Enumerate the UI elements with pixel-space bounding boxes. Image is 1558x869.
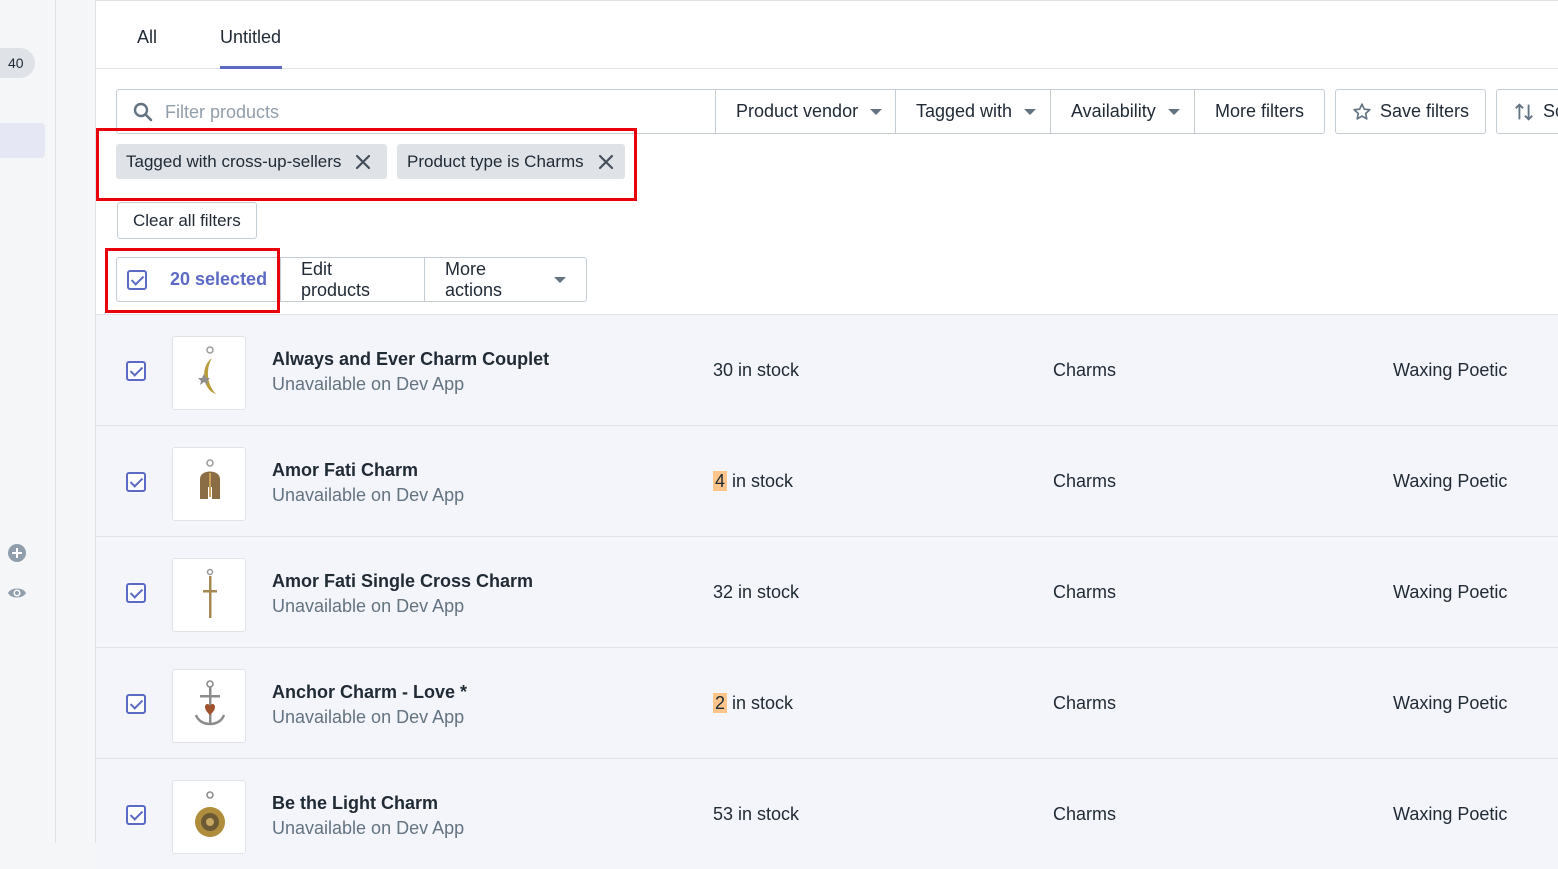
product-name[interactable]: Amor Fati Single Cross Charm	[272, 571, 533, 592]
caret-down-icon	[554, 276, 566, 283]
product-vendor: Waxing Poetic	[1393, 471, 1508, 491]
product-inventory: 32 in stock	[713, 582, 799, 603]
product-name[interactable]: Be the Light Charm	[272, 793, 438, 814]
view-tabs: All Untitled	[96, 1, 1558, 69]
charm-moon-image	[198, 346, 216, 394]
more-filters-label: More filters	[1215, 101, 1305, 121]
product-type: Charms	[1053, 471, 1117, 491]
save-filters-button[interactable]: Save filters	[1335, 89, 1486, 134]
add-circle-icon[interactable]	[7, 543, 27, 563]
caret-down-icon	[870, 108, 883, 115]
product-vendor-label: Product vendor	[736, 101, 859, 121]
row-checkbox[interactable]	[126, 361, 146, 381]
product-thumbnail	[172, 447, 246, 521]
edit-products-button[interactable]: Edit products	[280, 257, 425, 302]
product-name[interactable]: Amor Fati Charm	[272, 460, 418, 481]
product-availability: Unavailable on Dev App	[272, 596, 465, 616]
product-vendor: Waxing Poetic	[1393, 582, 1508, 602]
product-vendor-filter-button[interactable]: Product vendor	[715, 89, 896, 134]
product-name[interactable]: Always and Ever Charm Couplet	[272, 349, 549, 370]
active-tab-indicator	[220, 66, 282, 69]
more-filters-button[interactable]: More filters	[1194, 89, 1325, 134]
product-inventory: 53 in stock	[713, 804, 799, 825]
product-availability: Unavailable on Dev App	[272, 485, 465, 505]
product-thumbnail	[172, 669, 246, 743]
stock-suffix: in stock	[733, 360, 800, 380]
caret-down-icon	[1024, 108, 1037, 115]
row-checkbox[interactable]	[126, 583, 146, 603]
table-row[interactable]: Be the Light Charm Unavailable on Dev Ap…	[96, 758, 1558, 869]
tagged-with-label: Tagged with	[916, 101, 1013, 121]
product-type: Charms	[1053, 582, 1117, 602]
notification-badge[interactable]: 40	[0, 48, 35, 78]
product-name[interactable]: Anchor Charm - Love *	[272, 682, 467, 703]
save-filters-label: Save filters	[1379, 101, 1469, 121]
more-actions-button[interactable]: More actions	[424, 257, 587, 302]
charm-helmet-image	[200, 459, 220, 499]
caret-down-icon	[1167, 108, 1180, 115]
charm-anchor-image	[194, 680, 226, 726]
table-row[interactable]: Anchor Charm - Love * Unavailable on Dev…	[96, 647, 1558, 758]
low-stock-qty: 4	[713, 471, 728, 491]
search-icon	[133, 102, 153, 122]
table-row[interactable]: Always and Ever Charm Couplet Unavailabl…	[96, 314, 1558, 425]
product-vendor: Waxing Poetic	[1393, 360, 1508, 380]
row-checkbox[interactable]	[126, 694, 146, 714]
stock-suffix: in stock	[727, 471, 794, 491]
product-vendor: Waxing Poetic	[1393, 693, 1508, 713]
stock-suffix: in stock	[733, 804, 800, 824]
clear-all-filters-button[interactable]: Clear all filters	[117, 202, 257, 239]
product-thumbnail	[172, 558, 246, 632]
sort-arrows-icon	[1515, 102, 1533, 121]
product-type: Charms	[1053, 693, 1117, 713]
product-availability: Unavailable on Dev App	[272, 818, 465, 838]
highlight-box-selected	[105, 248, 280, 313]
sort-button[interactable]: Sc	[1496, 89, 1558, 134]
product-availability: Unavailable on Dev App	[272, 707, 465, 727]
more-actions-label: More actions	[445, 258, 503, 300]
table-row[interactable]: Amor Fati Charm Unavailable on Dev App 4…	[96, 425, 1558, 536]
availability-filter-button[interactable]: Availability	[1050, 89, 1195, 134]
sort-label: Sc	[1543, 101, 1558, 121]
left-rail: 40	[0, 0, 56, 843]
tab-untitled[interactable]: Untitled	[220, 27, 281, 48]
stock-qty: 53	[713, 804, 734, 824]
search-input[interactable]	[165, 98, 695, 126]
stock-suffix: in stock	[727, 693, 794, 713]
low-stock-qty: 2	[713, 693, 728, 713]
tab-all[interactable]: All	[137, 27, 157, 48]
eye-icon[interactable]	[7, 583, 27, 603]
row-checkbox[interactable]	[126, 472, 146, 492]
tagged-with-filter-button[interactable]: Tagged with	[895, 89, 1051, 134]
product-inventory: 4 in stock	[713, 471, 793, 492]
star-icon	[1353, 102, 1371, 120]
product-inventory: 2 in stock	[713, 693, 793, 714]
product-vendor: Waxing Poetic	[1393, 804, 1508, 824]
rail-active-item[interactable]	[0, 123, 45, 158]
product-type: Charms	[1053, 804, 1117, 824]
charm-sun-image	[195, 791, 225, 837]
stock-suffix: in stock	[733, 582, 800, 602]
charm-cross-image	[203, 568, 217, 618]
product-type: Charms	[1053, 360, 1117, 380]
stock-qty: 32	[713, 582, 734, 602]
stock-qty: 30	[713, 360, 734, 380]
row-checkbox[interactable]	[126, 805, 146, 825]
product-inventory: 30 in stock	[713, 360, 799, 381]
product-availability: Unavailable on Dev App	[272, 374, 465, 394]
highlight-box-filters	[96, 128, 637, 201]
product-thumbnail	[172, 336, 246, 410]
availability-label: Availability	[1071, 101, 1156, 121]
table-row[interactable]: Amor Fati Single Cross Charm Unavailable…	[96, 536, 1558, 647]
products-panel: All Untitled Product vendor Tagged with …	[95, 0, 1558, 869]
